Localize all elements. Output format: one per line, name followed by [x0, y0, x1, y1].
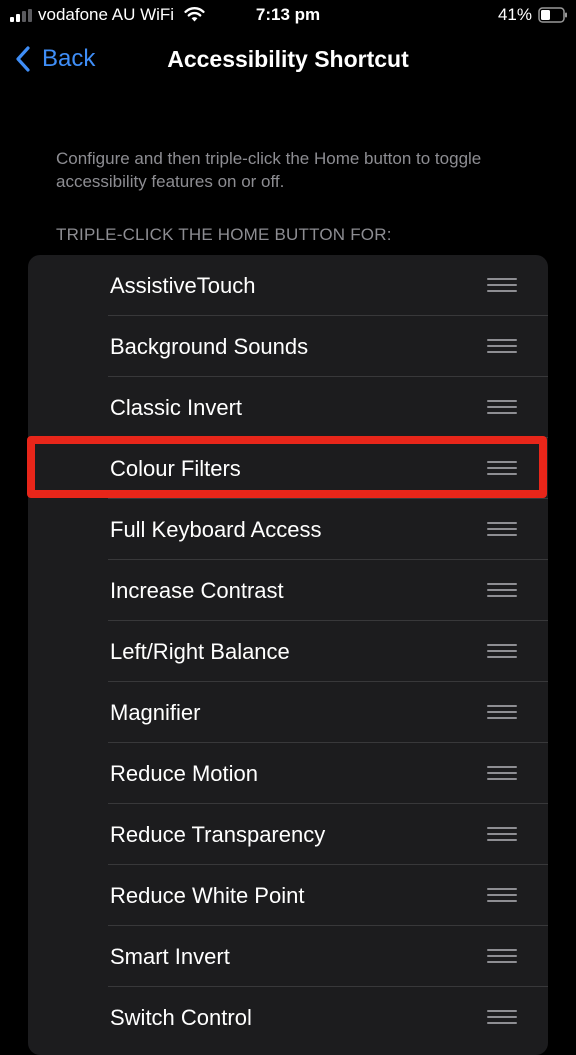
- list-item-label: Left/Right Balance: [110, 639, 290, 664]
- reorder-handle-icon[interactable]: [487, 949, 517, 965]
- list-item-increase-contrast[interactable]: Increase Contrast: [28, 560, 548, 621]
- list-item-label: Colour Filters: [110, 456, 241, 481]
- reorder-handle-icon[interactable]: [487, 888, 517, 904]
- list-item-reduce-motion[interactable]: Reduce Motion: [28, 743, 548, 804]
- list-item-label: Background Sounds: [110, 334, 309, 359]
- list-item-label: Reduce Motion: [110, 761, 258, 786]
- list-item-label: Classic Invert: [110, 395, 243, 420]
- reorder-handle-icon[interactable]: [487, 644, 517, 660]
- list-item-smart-invert[interactable]: Smart Invert: [28, 926, 548, 987]
- description-text: Configure and then triple-click the Home…: [56, 149, 482, 191]
- list-item-full-keyboard-access[interactable]: Full Keyboard Access: [28, 499, 548, 560]
- list-item-label: Reduce Transparency: [110, 822, 326, 847]
- reorder-handle-icon[interactable]: [487, 705, 517, 721]
- reorder-handle-icon[interactable]: [487, 339, 517, 355]
- reorder-handle-icon[interactable]: [487, 766, 517, 782]
- shortcut-list: AssistiveTouch Background Sounds Classic…: [28, 255, 548, 1055]
- list-item-colour-filters[interactable]: Colour Filters: [28, 438, 548, 499]
- list-item-label: Smart Invert: [110, 944, 230, 969]
- list-item-classic-invert[interactable]: Classic Invert: [28, 377, 548, 438]
- list-item-background-sounds[interactable]: Background Sounds: [28, 316, 548, 377]
- list-item-label: Magnifier: [110, 700, 201, 725]
- section-header: TRIPLE-CLICK THE HOME BUTTON FOR:: [56, 225, 392, 244]
- navigation-bar: Back Accessibility Shortcut: [0, 36, 576, 82]
- list-item-label: Full Keyboard Access: [110, 517, 322, 542]
- list-item-switch-control[interactable]: Switch Control: [28, 987, 548, 1048]
- battery-icon: [538, 7, 567, 23]
- reorder-handle-icon[interactable]: [487, 583, 517, 599]
- reorder-handle-icon[interactable]: [487, 278, 517, 294]
- battery-percent: 41%: [497, 5, 532, 24]
- reorder-handle-icon[interactable]: [487, 400, 517, 416]
- page-title: Accessibility Shortcut: [167, 46, 409, 72]
- list-item-reduce-transparency[interactable]: Reduce Transparency: [28, 804, 548, 865]
- reorder-handle-icon[interactable]: [487, 522, 517, 538]
- list-item-label: Reduce White Point: [110, 883, 305, 908]
- status-time: 7:13 pm: [255, 5, 321, 24]
- list-item-reduce-white-point[interactable]: Reduce White Point: [28, 865, 548, 926]
- status-bar: vodafone AU WiFi 7:13 pm 41%: [0, 0, 576, 32]
- list-item-assistivetouch[interactable]: AssistiveTouch: [28, 255, 548, 316]
- list-item-label: Switch Control: [110, 1005, 252, 1030]
- list-item-magnifier[interactable]: Magnifier: [28, 682, 548, 743]
- reorder-handle-icon[interactable]: [487, 827, 517, 843]
- list-item-left-right-balance[interactable]: Left/Right Balance: [28, 621, 548, 682]
- list-item-label: AssistiveTouch: [110, 273, 256, 298]
- list-item-label: Increase Contrast: [110, 578, 284, 603]
- reorder-handle-icon[interactable]: [487, 461, 517, 477]
